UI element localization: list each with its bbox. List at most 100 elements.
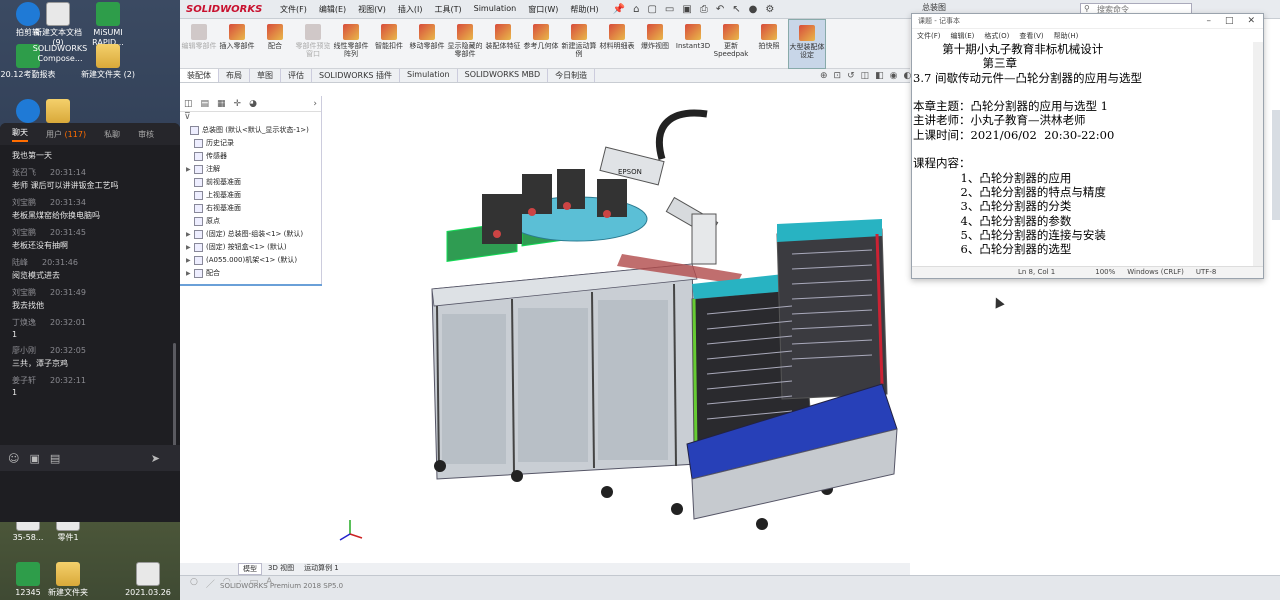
configuration-icon[interactable]: ▦	[217, 99, 226, 109]
tree-item[interactable]: 前视基准面	[182, 176, 321, 189]
bottom-tab[interactable]: 3D 视图	[264, 563, 298, 575]
display-manager-icon[interactable]: ◕	[249, 99, 257, 109]
command-tab[interactable]: 布局	[219, 69, 250, 82]
ribbon-button[interactable]: 参考几何体	[522, 19, 560, 69]
emoji-icon[interactable]: ☺	[8, 452, 19, 465]
ribbon-button[interactable]: 线性零部件阵列	[332, 19, 370, 69]
save-icon[interactable]: ▣	[682, 4, 691, 15]
circle-tool-icon[interactable]: ○	[190, 577, 198, 590]
previous-view-icon[interactable]: ↺	[847, 71, 855, 81]
filter-icon[interactable]: ⊽	[180, 112, 321, 124]
property-manager-icon[interactable]: ▤	[201, 99, 210, 109]
home-icon[interactable]: ⌂	[633, 4, 639, 15]
open-icon[interactable]: ▭	[665, 4, 674, 15]
command-tab[interactable]: 评估	[281, 69, 312, 82]
expand-arrow-icon[interactable]: ▶	[186, 163, 194, 176]
notepad-text-area[interactable]: 第十期小丸子教育非标机械设计 第三章 3.7 间歇传动元件—凸轮分割器的应用与选型…	[913, 42, 1253, 268]
desktop-icon[interactable]: 新建文件夹 (2)	[80, 44, 136, 80]
arc-tool-icon[interactable]: ◠	[223, 577, 231, 590]
ribbon-button[interactable]: 移动零部件	[408, 19, 446, 69]
notepad-scrollbar[interactable]	[1253, 42, 1263, 268]
feature-manager-icon[interactable]: ◫	[184, 99, 193, 109]
tree-item[interactable]: ▶ 注解	[182, 163, 321, 176]
ribbon-button[interactable]: 新建运动算例	[560, 19, 598, 69]
menu-item[interactable]: 编辑(E)	[319, 4, 346, 15]
rect-tool-icon[interactable]: ▭	[250, 577, 259, 590]
tree-item[interactable]: ▶ (固定) 总装图-组装<1> (默认)	[182, 228, 321, 241]
task-pane-strip[interactable]	[1272, 110, 1280, 220]
tree-item[interactable]: ▶ (A055.000)机架<1> (默认)	[182, 254, 321, 267]
desktop-icon[interactable]: 2021.03.26	[120, 562, 176, 598]
tree-item[interactable]: 上视基准面	[182, 189, 321, 202]
command-tab[interactable]: Simulation	[400, 69, 458, 82]
command-tab[interactable]: 今日制造	[548, 69, 596, 82]
line-tool-icon[interactable]: ／	[206, 577, 215, 590]
pin-icon[interactable]: 📌	[613, 4, 625, 15]
section-view-icon[interactable]: ◫	[861, 71, 870, 81]
image-icon[interactable]: ▣	[29, 452, 39, 465]
bottom-tab[interactable]: 运动算例 1	[300, 563, 343, 575]
close-icon[interactable]: ✕	[1247, 16, 1255, 26]
ribbon-button[interactable]: Instant3D	[674, 19, 712, 69]
graphics-area[interactable]: EPSON	[322, 84, 912, 564]
ribbon-button[interactable]: 插入零部件	[218, 19, 256, 69]
menu-item[interactable]: 工具(T)	[434, 4, 461, 15]
view-orientation-icon[interactable]: ◧	[875, 71, 884, 81]
dimxpert-icon[interactable]: ✛	[234, 99, 242, 109]
options-icon[interactable]: ⚙	[765, 4, 774, 15]
tab-review[interactable]: 审核	[138, 129, 154, 140]
minimize-icon[interactable]: –	[1206, 16, 1211, 26]
menu-item[interactable]: 窗口(W)	[528, 4, 558, 15]
expand-arrow-icon[interactable]: ▶	[186, 228, 194, 241]
menu-item[interactable]: Simulation	[474, 4, 517, 15]
tree-item[interactable]: 右视基准面	[182, 202, 321, 215]
tree-item[interactable]: 历史记录	[182, 137, 321, 150]
notepad-menu-item[interactable]: 帮助(H)	[1054, 31, 1079, 41]
desktop-icon[interactable]: MiSUMI RAPID...	[80, 2, 136, 48]
ribbon-button[interactable]: 更新 Speedpak	[712, 19, 750, 69]
ribbon-button[interactable]: 材料明细表	[598, 19, 636, 69]
display-style-icon[interactable]: ◉	[890, 71, 898, 81]
ribbon-button[interactable]: 拍快照	[750, 19, 788, 69]
ribbon-button[interactable]: 编辑零部件	[180, 19, 218, 69]
notepad-menu-item[interactable]: 编辑(E)	[951, 31, 975, 41]
menu-item[interactable]: 帮助(H)	[570, 4, 598, 15]
command-tab[interactable]: SOLIDWORKS MBD	[458, 69, 549, 82]
select-icon[interactable]: ↖	[732, 4, 740, 15]
tree-item[interactable]: ▶ 配合	[182, 267, 321, 280]
print-icon[interactable]: ⎙	[700, 4, 708, 15]
menu-item[interactable]: 文件(F)	[280, 4, 307, 15]
notepad-menu-item[interactable]: 格式(O)	[984, 31, 1009, 41]
notepad-menu-item[interactable]: 查看(V)	[1019, 31, 1043, 41]
expand-arrow-icon[interactable]: ▶	[186, 254, 194, 267]
assembly-model[interactable]: EPSON	[322, 84, 912, 564]
gift-icon[interactable]: ▤	[50, 452, 60, 465]
new-icon[interactable]: ▢	[647, 4, 656, 15]
desktop-icon[interactable]: 新建文件夹	[40, 562, 96, 598]
text-tool-icon[interactable]: A	[266, 577, 272, 590]
notepad-menu-item[interactable]: 文件(F)	[917, 31, 941, 41]
command-tab[interactable]: 草图	[250, 69, 281, 82]
expand-panel-icon[interactable]: ›	[313, 99, 317, 109]
ribbon-button[interactable]: 爆炸视图	[636, 19, 674, 69]
tree-item[interactable]: ▶ (固定) 按钮盒<1> (默认)	[182, 241, 321, 254]
rebuild-icon[interactable]: ●	[749, 4, 758, 15]
menu-item[interactable]: 插入(I)	[398, 4, 423, 15]
ribbon-button[interactable]: 零部件预览窗口	[294, 19, 332, 69]
ribbon-button[interactable]: 智能扣件	[370, 19, 408, 69]
command-tab[interactable]: SOLIDWORKS 插件	[312, 69, 400, 82]
expand-arrow-icon[interactable]: ▶	[186, 267, 194, 280]
chat-scrollbar[interactable]	[173, 343, 176, 453]
ribbon-button[interactable]: 大型装配体设定	[788, 19, 826, 69]
maximize-icon[interactable]: □	[1225, 16, 1234, 26]
tree-item[interactable]: 总装图 (默认<默认_显示状态-1>)	[182, 124, 321, 137]
send-icon[interactable]: ➤	[151, 452, 160, 465]
ribbon-button[interactable]: 装配体特征	[484, 19, 522, 69]
menu-item[interactable]: 视图(V)	[358, 4, 386, 15]
tab-chat[interactable]: 聊天	[12, 127, 28, 142]
undo-icon[interactable]: ↶	[716, 4, 724, 15]
zoom-fit-icon[interactable]: ⊕	[820, 71, 828, 81]
chat-input-area[interactable]	[0, 502, 180, 522]
point-tool-icon[interactable]: ·	[239, 577, 242, 590]
ribbon-button[interactable]: 配合	[256, 19, 294, 69]
